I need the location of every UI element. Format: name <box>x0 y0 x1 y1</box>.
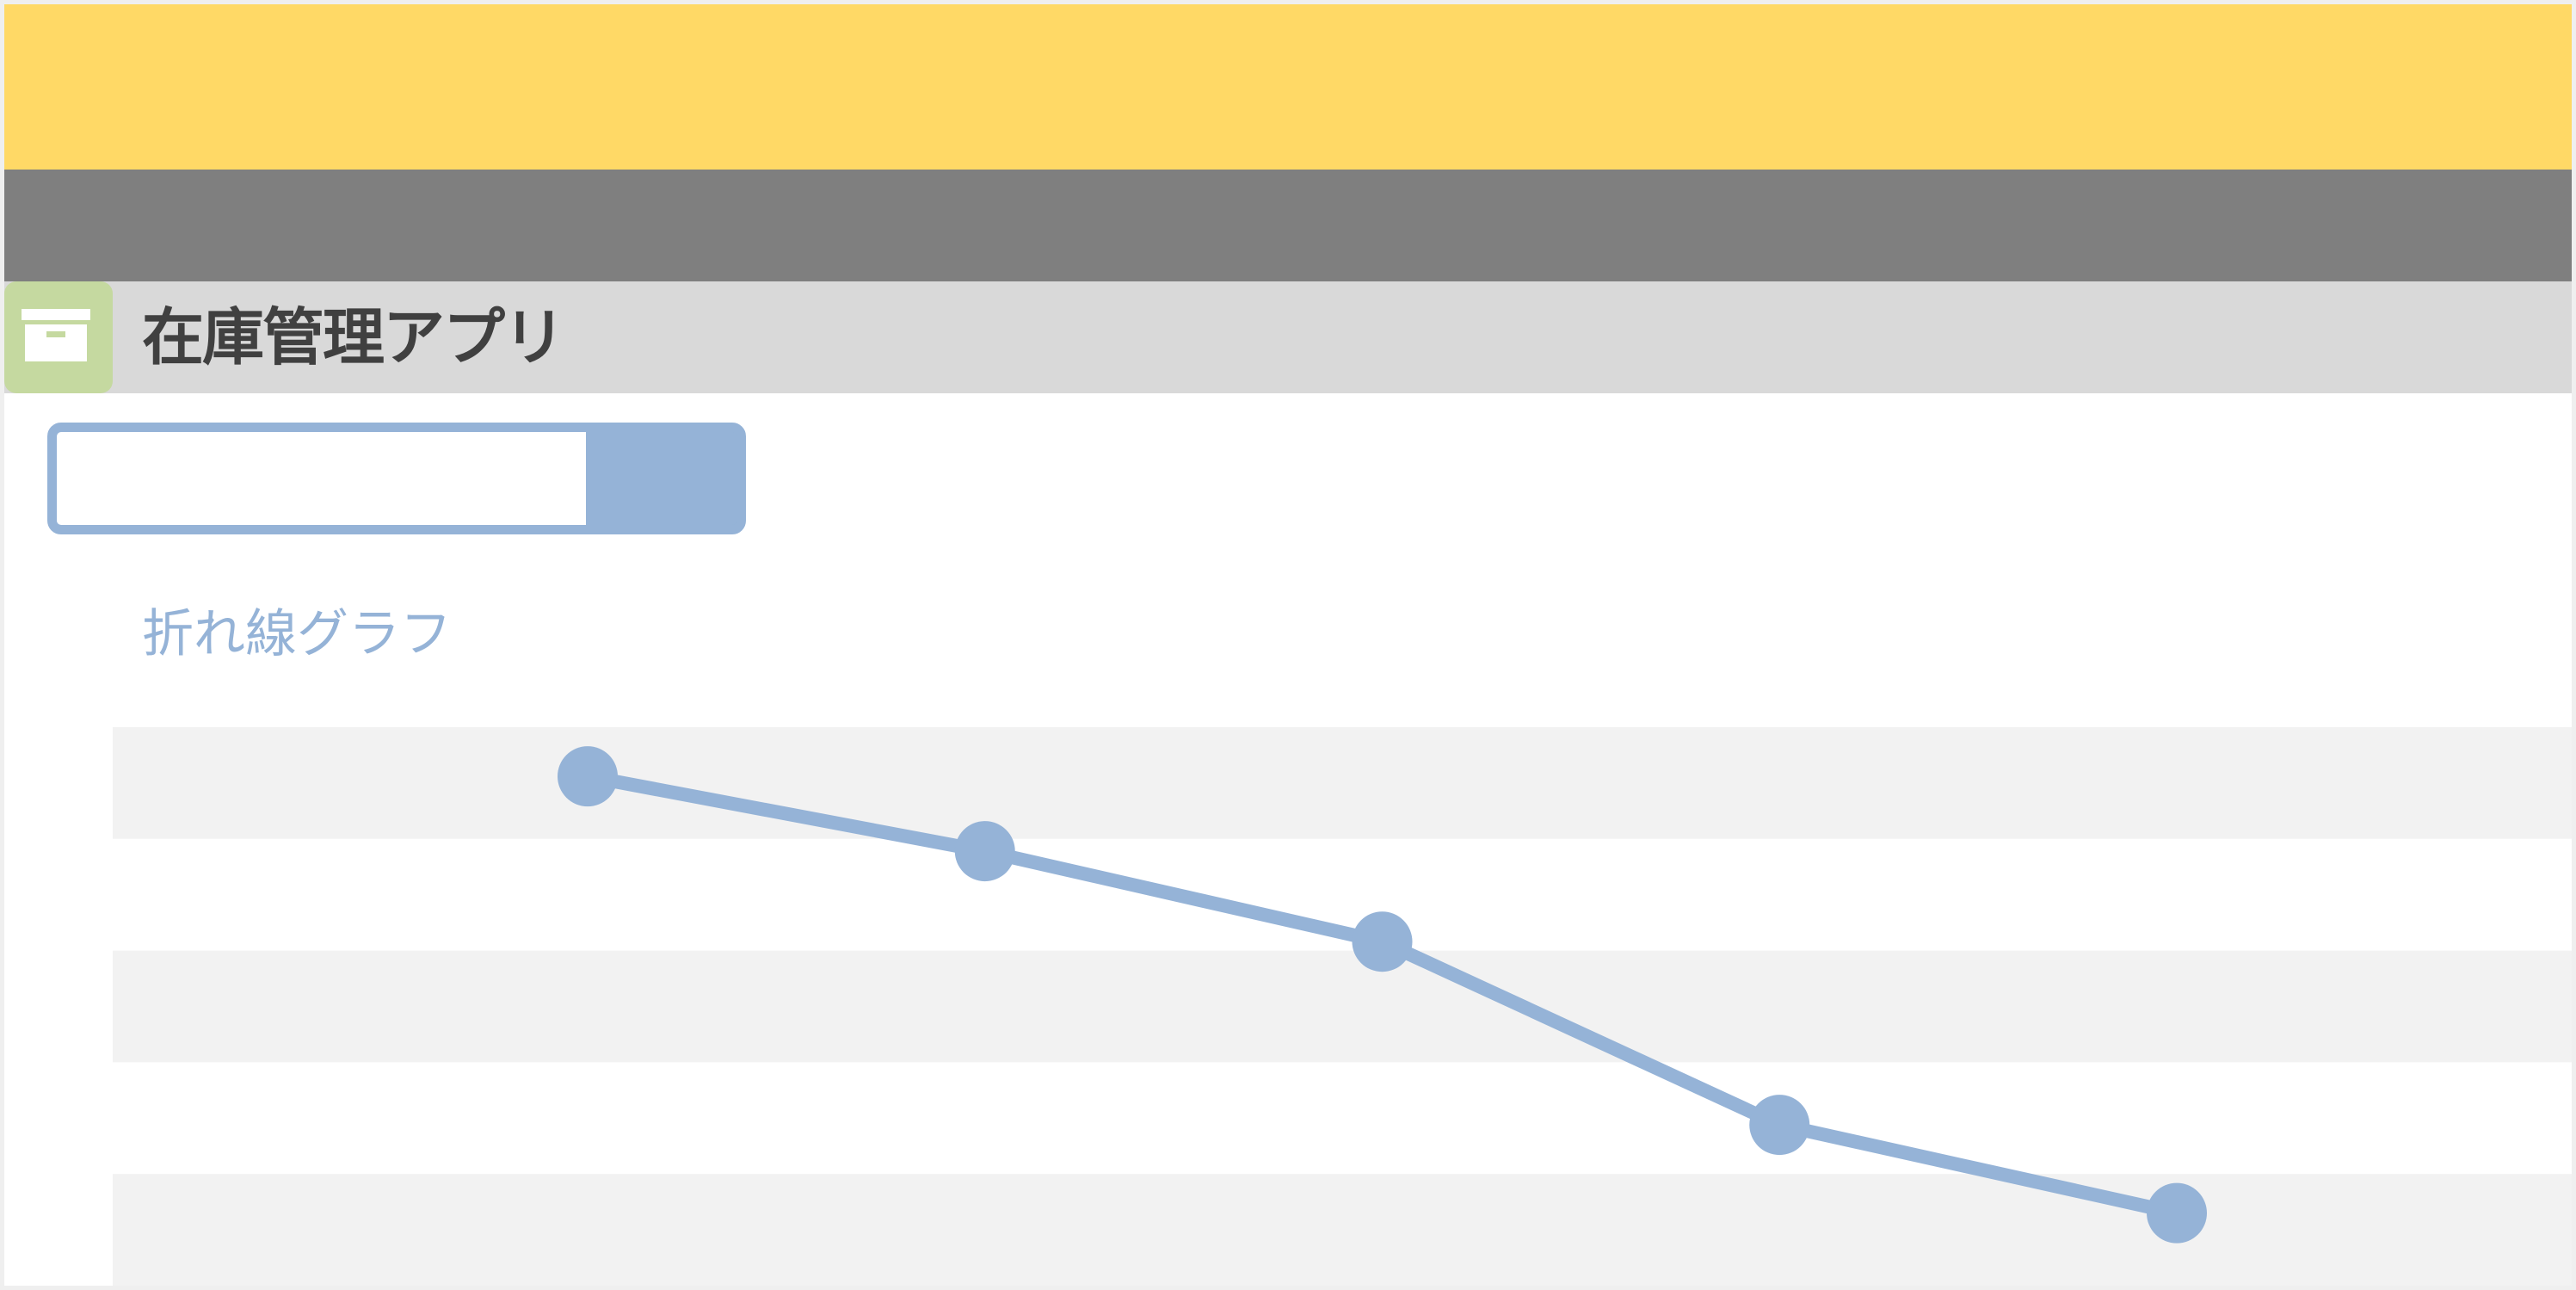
search-box <box>47 423 746 534</box>
header-band <box>4 4 2572 170</box>
line-chart <box>113 727 2572 1286</box>
chart-title: 折れ線グラフ <box>142 604 452 664</box>
grid-band <box>113 727 2572 839</box>
app-title: 在庫管理アプリ <box>142 301 565 373</box>
data-point[interactable] <box>1352 911 1413 972</box>
app-window: 在庫管理アプリ 折れ線グラフ <box>4 4 2572 1286</box>
search-input[interactable] <box>57 432 586 525</box>
search-button[interactable] <box>586 432 736 525</box>
grid-band <box>113 1174 2572 1286</box>
data-point[interactable] <box>1749 1095 1810 1156</box>
grid-band <box>113 1062 2572 1175</box>
archive-box-icon <box>4 281 113 393</box>
data-point[interactable] <box>954 821 1015 882</box>
nav-bar <box>4 170 2572 281</box>
grid-band <box>113 950 2572 1063</box>
title-bar: 在庫管理アプリ <box>4 281 2572 393</box>
data-point[interactable] <box>2147 1182 2207 1244</box>
data-point[interactable] <box>558 746 618 807</box>
